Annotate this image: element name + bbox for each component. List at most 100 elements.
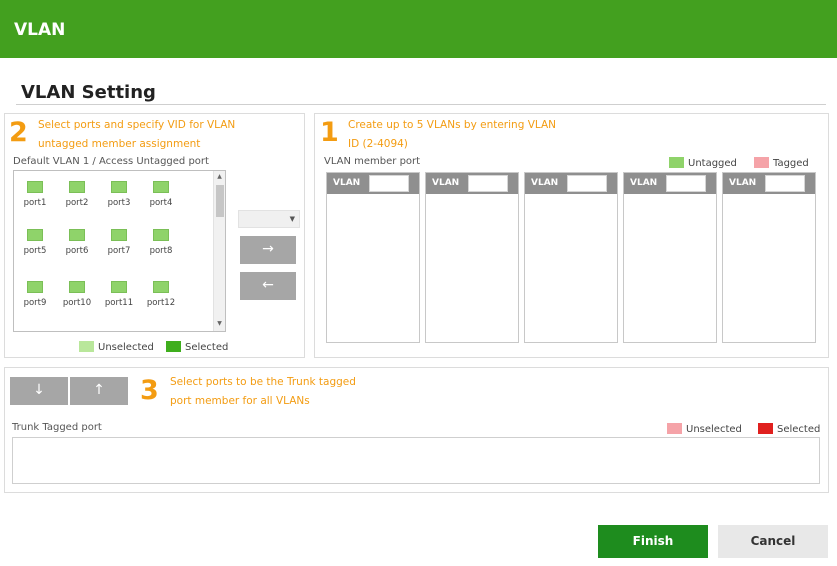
port-label: port5	[23, 246, 47, 256]
vlan-column-header: VLAN	[426, 173, 518, 194]
ethernet-port-icon	[27, 229, 43, 241]
step1-number: 1	[320, 117, 339, 148]
port-label: port9	[23, 298, 47, 308]
app-header: VLAN	[0, 0, 837, 58]
scroll-up-arrow-icon[interactable]: ▲	[214, 171, 225, 183]
port-label: port7	[107, 246, 131, 256]
legend-label: Selected	[777, 424, 821, 435]
port-5[interactable]: port5	[15, 229, 55, 256]
port-label: port11	[104, 298, 134, 308]
vlan-legend-tagged: Tagged	[754, 157, 809, 169]
port-label: port10	[62, 298, 92, 308]
step3-number: 3	[140, 375, 159, 406]
step2-instruction-line1: Select ports and specify VID for VLAN	[38, 119, 236, 131]
vlan-id-input[interactable]	[666, 175, 706, 192]
arrow-down-icon: ↓	[33, 382, 45, 398]
legend-label: Tagged	[773, 158, 809, 169]
vlan-id-input[interactable]	[369, 175, 409, 192]
vlan-header-label: VLAN	[630, 178, 658, 188]
vlan-header-label: VLAN	[531, 178, 559, 188]
step1-instruction-line2: ID (2-4094)	[348, 138, 408, 150]
ethernet-port-icon	[69, 281, 85, 293]
port-label: port1	[23, 198, 47, 208]
trunk-port-list[interactable]	[12, 437, 820, 484]
legend-label: Untagged	[688, 158, 737, 169]
vlan-column-header: VLAN	[525, 173, 617, 194]
untagged-swatch	[669, 157, 684, 168]
port-label: port4	[149, 198, 173, 208]
port-4[interactable]: port4	[141, 181, 181, 208]
arrow-up-icon: ↑	[93, 382, 105, 398]
vlan-header-label: VLAN	[333, 178, 361, 188]
vlan-id-input[interactable]	[468, 175, 508, 192]
legend-label: Unselected	[98, 342, 154, 353]
vlan-header-label: VLAN	[432, 178, 460, 188]
port-1[interactable]: port1	[15, 181, 55, 208]
legend-label: Selected	[185, 342, 229, 353]
port-6[interactable]: port6	[57, 229, 97, 256]
ethernet-port-icon	[111, 229, 127, 241]
trunk-selected-swatch	[758, 423, 773, 434]
finish-button[interactable]: Finish	[598, 525, 708, 558]
trunk-legend-unselected: Unselected	[667, 423, 742, 435]
step1-instruction-line1: Create up to 5 VLANs by entering VLAN	[348, 119, 557, 131]
scroll-thumb[interactable]	[216, 185, 224, 217]
vlan-header-label: VLAN	[729, 178, 757, 188]
untagged-port-list[interactable]: port1 port2 port3 port4 port5 port6 port…	[13, 170, 226, 332]
vlan-id-input[interactable]	[567, 175, 607, 192]
vlan-column-header: VLAN	[327, 173, 419, 194]
header-title: VLAN	[14, 20, 66, 40]
ethernet-port-icon	[153, 181, 169, 193]
vlan-legend-untagged: Untagged	[669, 157, 737, 169]
ethernet-port-icon	[111, 281, 127, 293]
port-3[interactable]: port3	[99, 181, 139, 208]
scroll-down-arrow-icon[interactable]: ▼	[214, 318, 225, 330]
vlan-column-header: VLAN	[723, 173, 815, 194]
chevron-down-icon: ▼	[289, 215, 295, 223]
move-to-vlan-button[interactable]: →	[240, 236, 296, 264]
vlan-column-3[interactable]: VLAN	[524, 172, 618, 343]
port-11[interactable]: port11	[99, 281, 139, 308]
tagged-swatch	[754, 157, 769, 168]
arrow-left-icon: ←	[262, 277, 274, 293]
trunk-unselected-swatch	[667, 423, 682, 434]
arrow-right-icon: →	[262, 241, 274, 257]
port-label: port6	[65, 246, 89, 256]
port-legend-unselected: Unselected	[79, 341, 154, 353]
step3-instruction-line2: port member for all VLANs	[170, 395, 310, 407]
legend-label: Unselected	[686, 424, 742, 435]
port-legend-selected: Selected	[166, 341, 228, 353]
ethernet-port-icon	[153, 229, 169, 241]
port-9[interactable]: port9	[15, 281, 55, 308]
step3-instruction-line1: Select ports to be the Trunk tagged	[170, 376, 356, 388]
vlan-id-input[interactable]	[765, 175, 805, 192]
step2-number: 2	[9, 117, 28, 148]
move-to-default-button[interactable]: ←	[240, 272, 296, 300]
port-label: port12	[146, 298, 176, 308]
port-2[interactable]: port2	[57, 181, 97, 208]
vid-select[interactable]: ▼	[238, 210, 300, 228]
port-7[interactable]: port7	[99, 229, 139, 256]
vlan-member-label: VLAN member port	[324, 156, 421, 167]
ethernet-port-icon	[69, 229, 85, 241]
port-12[interactable]: port12	[141, 281, 181, 308]
ethernet-port-icon	[153, 281, 169, 293]
trunk-tagged-label: Trunk Tagged port	[12, 422, 102, 433]
port-list-scrollbar[interactable]: ▲ ▼	[213, 171, 225, 331]
move-from-trunk-button[interactable]: ↑	[70, 377, 128, 405]
vlan-column-header: VLAN	[624, 173, 716, 194]
port-8[interactable]: port8	[141, 229, 181, 256]
cancel-button[interactable]: Cancel	[718, 525, 828, 558]
vlan-column-5[interactable]: VLAN	[722, 172, 816, 343]
section-title: VLAN Setting	[21, 82, 156, 103]
vlan-column-4[interactable]: VLAN	[623, 172, 717, 343]
ethernet-port-icon	[27, 281, 43, 293]
ethernet-port-icon	[111, 181, 127, 193]
move-to-trunk-button[interactable]: ↓	[10, 377, 68, 405]
vlan-column-2[interactable]: VLAN	[425, 172, 519, 343]
section-divider	[16, 104, 826, 105]
ethernet-port-icon	[27, 181, 43, 193]
trunk-legend-selected: Selected	[758, 423, 820, 435]
port-10[interactable]: port10	[57, 281, 97, 308]
vlan-column-1[interactable]: VLAN	[326, 172, 420, 343]
